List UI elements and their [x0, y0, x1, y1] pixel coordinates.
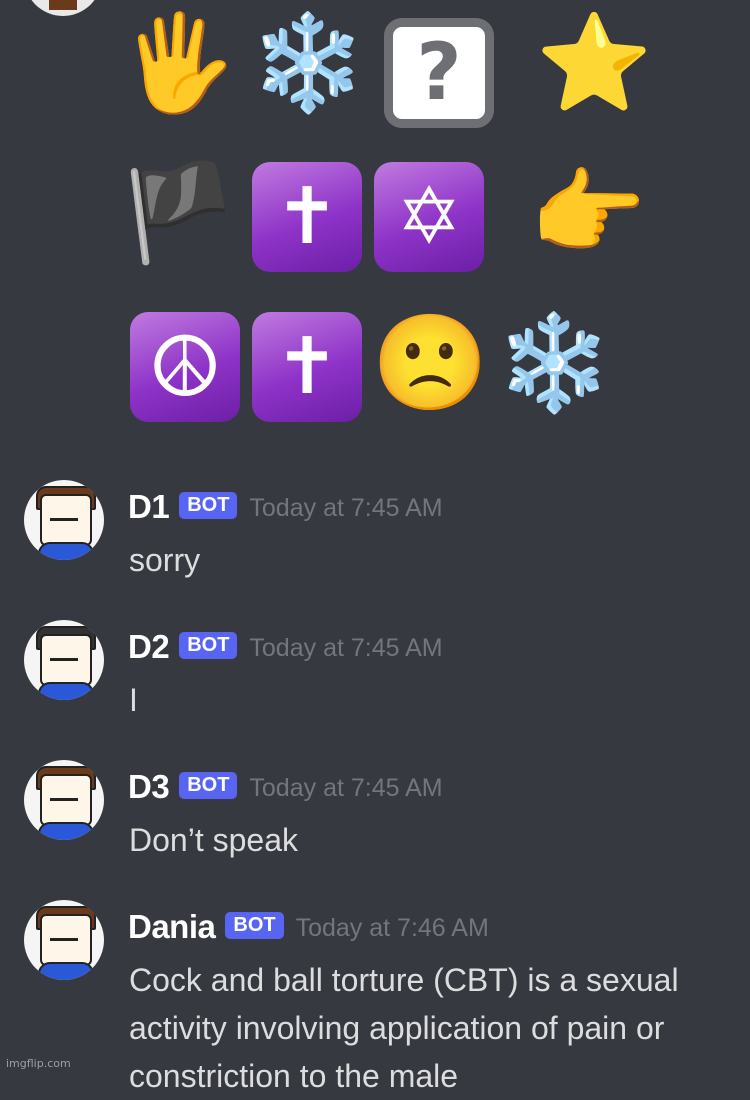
- latin-cross-emoji: ✝: [252, 162, 362, 272]
- emoji-row: 🖐️ ❄️ ? ⭐: [119, 4, 668, 128]
- latin-cross-emoji: ✝: [252, 312, 362, 422]
- user-avatar[interactable]: [24, 760, 104, 840]
- emoji-message: 🖐️ ❄️ ? ⭐ 🏴 ✝ ✡ 👉 ☮ ✝ 🙁 ❄️: [119, 0, 668, 440]
- bot-badge: BOT: [179, 771, 238, 799]
- bot-badge: BOT: [179, 631, 238, 659]
- avatar-shirt: [38, 682, 94, 700]
- avatar-shirt: [38, 962, 94, 980]
- bot-badge: BOT: [225, 911, 284, 939]
- timestamp[interactable]: Today at 7:45 AM: [249, 774, 442, 803]
- snowflake-emoji: ❄️: [249, 9, 367, 118]
- raised-hand-emoji: 🖐️: [119, 9, 237, 118]
- avatar-shirt: [38, 542, 94, 560]
- timestamp[interactable]: Today at 7:45 AM: [249, 634, 442, 663]
- question-box-emoji: ?: [384, 18, 494, 128]
- user-avatar[interactable]: [24, 900, 104, 980]
- pointing-right-emoji: 👉: [529, 159, 647, 268]
- emoji-row: ☮ ✝ 🙁 ❄️: [128, 304, 668, 424]
- message-header: D1 BOT Today at 7:45 AM: [128, 488, 443, 528]
- message-text: Cock and ball torture (CBT) is a sexual …: [129, 962, 679, 1094]
- black-flag-emoji: 🏴: [119, 159, 237, 268]
- star-of-david-emoji: ✡: [374, 162, 484, 272]
- bot-badge: BOT: [179, 491, 238, 519]
- avatar-shirt: [38, 822, 94, 840]
- message-header: D2 BOT Today at 7:45 AM: [128, 628, 443, 668]
- timestamp[interactable]: Today at 7:45 AM: [249, 494, 442, 523]
- username[interactable]: Dania: [128, 908, 216, 946]
- message-header: Dania BOT Today at 7:46 AM: [128, 908, 489, 948]
- timestamp[interactable]: Today at 7:46 AM: [296, 914, 489, 943]
- avatar-eyes: [50, 518, 78, 525]
- username[interactable]: D1: [128, 488, 170, 526]
- avatar-eyes: [50, 658, 78, 665]
- watermark: imgflip.com: [6, 1057, 71, 1070]
- user-avatar[interactable]: [24, 480, 104, 560]
- message-text: sorry: [129, 542, 201, 578]
- frowning-face-emoji: 🙁: [371, 309, 489, 418]
- previous-user-avatar[interactable]: [24, 0, 102, 16]
- avatar-eyes: [50, 798, 78, 805]
- avatar-hair: [49, 0, 77, 10]
- snowflake-emoji: ❄️: [495, 309, 613, 418]
- username[interactable]: D3: [128, 768, 170, 806]
- message-text: I: [129, 682, 138, 718]
- message-text: Don’t speak: [129, 822, 298, 858]
- peace-symbol-emoji: ☮: [130, 312, 240, 422]
- emoji-row: 🏴 ✝ ✡ 👉: [119, 154, 668, 274]
- username[interactable]: D2: [128, 628, 170, 666]
- user-avatar[interactable]: [24, 620, 104, 700]
- star-emoji: ⭐: [535, 9, 653, 118]
- avatar-eyes: [50, 938, 78, 945]
- message-header: D3 BOT Today at 7:45 AM: [128, 768, 443, 808]
